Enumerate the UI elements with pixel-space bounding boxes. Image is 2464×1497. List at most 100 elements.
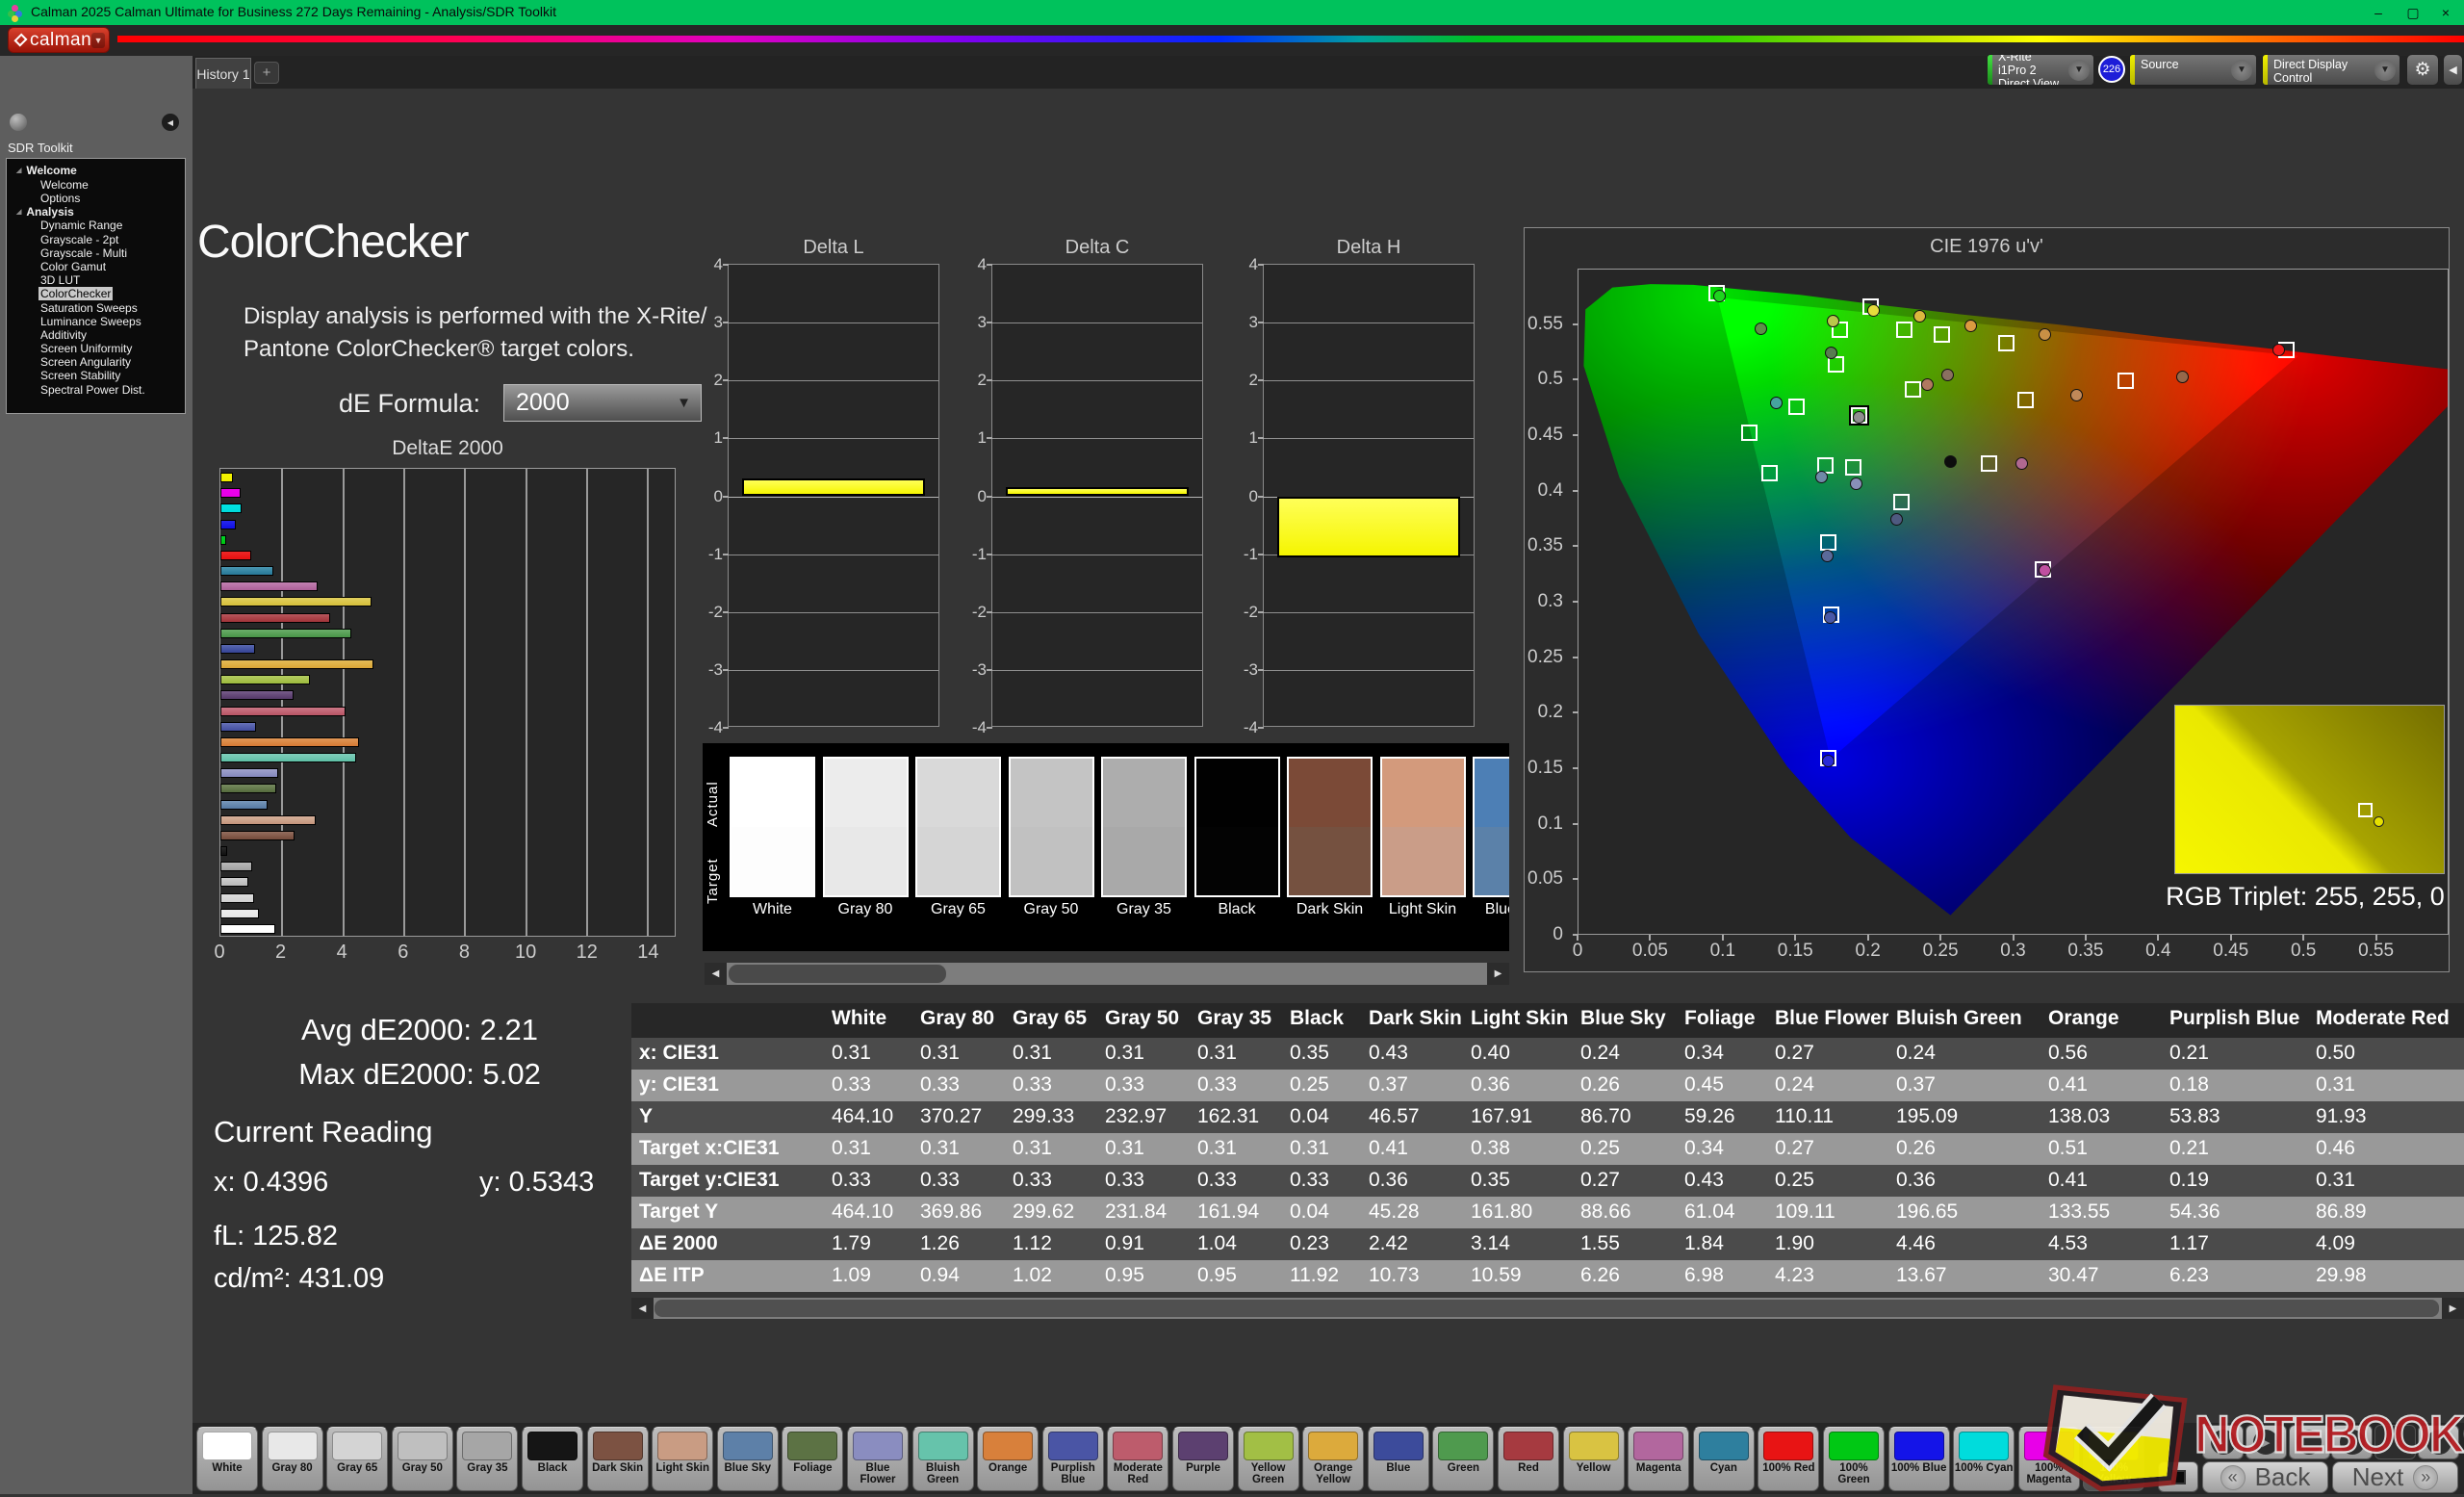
sidebar-item-options[interactable]: Options <box>7 192 185 205</box>
patch-button-purplish-blue[interactable]: Purplish Blue <box>1042 1427 1104 1491</box>
close-button[interactable]: × <box>2429 0 2462 25</box>
swatch-scrollbar[interactable]: ◀ ▶ <box>705 963 1509 985</box>
sidebar-item-screen-uniformity[interactable]: Screen Uniformity <box>7 342 185 355</box>
patch-button-gray-65[interactable]: Gray 65 <box>326 1427 388 1491</box>
patch-button-cyan[interactable]: Cyan <box>1693 1427 1755 1491</box>
patch-button-100-red[interactable]: 100% Red <box>1758 1427 1819 1491</box>
transport-button-1[interactable] <box>2202 1425 2244 1459</box>
sidebar-item-screen-stability[interactable]: Screen Stability <box>7 369 185 382</box>
sidebar-item-welcome[interactable]: Welcome <box>7 178 185 192</box>
settings-button[interactable]: ⚙ <box>2406 54 2439 86</box>
transport-button-5[interactable] <box>2374 1425 2416 1459</box>
y-tick-label: -3 <box>694 660 723 680</box>
swatch-blue-sky[interactable]: Blue Sky <box>1473 757 1509 928</box>
sidebar-item-grayscale-multi[interactable]: Grayscale - Multi <box>7 246 185 260</box>
table-scrollbar-thumb[interactable] <box>654 1300 2439 1317</box>
sidebar-item-3d-lut[interactable]: 3D LUT <box>7 273 185 287</box>
patch-button-white[interactable]: White <box>196 1427 258 1491</box>
patch-button-gray-50[interactable]: Gray 50 <box>392 1427 453 1491</box>
table-value: 0.94 <box>912 1260 1005 1292</box>
swatch-gray-50[interactable]: Gray 50 <box>1009 757 1094 928</box>
patch-button-dark-skin[interactable]: Dark Skin <box>587 1427 649 1491</box>
table-value: 0.23 <box>1282 1228 1361 1260</box>
sidebar-item-saturation-sweeps[interactable]: Saturation Sweeps <box>7 301 185 315</box>
tree-group-welcome[interactable]: ◢Welcome <box>7 164 185 178</box>
swatch-black[interactable]: Black <box>1194 757 1280 928</box>
swatch-light-skin[interactable]: Light Skin <box>1380 757 1466 928</box>
patch-button-purple[interactable]: Purple <box>1172 1427 1234 1491</box>
source-dropdown[interactable]: Source ▼ <box>2129 54 2257 86</box>
scroll-right-icon[interactable]: ▶ <box>1487 963 1509 985</box>
swatch-scrollbar-thumb[interactable] <box>729 965 946 983</box>
patch-button-100-cyan[interactable]: 100% Cyan <box>1953 1427 2015 1491</box>
panel-collapse-button[interactable]: ◀ <box>2443 54 2463 86</box>
patch-button-gray-80[interactable]: Gray 80 <box>262 1427 323 1491</box>
patch-button-foliage[interactable]: Foliage <box>782 1427 843 1491</box>
maximize-button[interactable]: ▢ <box>2397 0 2429 25</box>
de-bar-dark-skin <box>220 831 295 840</box>
patch-button-blue-sky[interactable]: Blue Sky <box>717 1427 779 1491</box>
sidebar-item-color-gamut[interactable]: Color Gamut <box>7 260 185 273</box>
minimize-button[interactable]: – <box>2362 0 2395 25</box>
tree-group-analysis[interactable]: ◢Analysis <box>7 205 185 219</box>
sidebar-item-additivity[interactable]: Additivity <box>7 328 185 342</box>
tree-item-label: 3D LUT <box>38 273 82 287</box>
meter-count-badge[interactable]: 226 <box>2098 56 2125 83</box>
patch-button-yellow[interactable]: Yellow <box>1563 1427 1625 1491</box>
patch-button-red[interactable]: Red <box>1498 1427 1559 1491</box>
swatch-gray-80[interactable]: Gray 80 <box>823 757 909 928</box>
sidebar-item-luminance-sweeps[interactable]: Luminance Sweeps <box>7 315 185 328</box>
patch-button-magenta[interactable]: Magenta <box>1628 1427 1689 1491</box>
patch-label: Blue <box>1369 1462 1428 1474</box>
patch-button-orange-yellow[interactable]: Orange Yellow <box>1302 1427 1364 1491</box>
cie-measured-marker <box>1821 550 1834 562</box>
sidebar-item-spectral-power-dist-[interactable]: Spectral Power Dist. <box>7 383 185 397</box>
patch-button-yellow-green[interactable]: Yellow Green <box>1238 1427 1299 1491</box>
patch-button-blue-flower[interactable]: Blue Flower <box>847 1427 909 1491</box>
stop-button[interactable] <box>2158 1461 2198 1492</box>
de-formula-select[interactable]: 2000 ▼ <box>503 384 702 422</box>
table-scrollbar[interactable]: ◀ ▶ <box>631 1298 2464 1319</box>
calman-menu-button[interactable]: calman ▼ <box>8 27 110 53</box>
patch-button-gray-35[interactable]: Gray 35 <box>456 1427 518 1491</box>
row-label: ΔE 2000 <box>631 1228 824 1260</box>
patch-button-light-skin[interactable]: Light Skin <box>652 1427 713 1491</box>
sidebar-item-dynamic-range[interactable]: Dynamic Range <box>7 219 185 232</box>
patch-button-black[interactable]: Black <box>522 1427 583 1491</box>
transport-button-4[interactable] <box>2331 1425 2373 1459</box>
tab-history-1[interactable]: History 1 <box>195 58 251 89</box>
swatch-gray-65[interactable]: Gray 65 <box>915 757 1001 928</box>
swatch-white[interactable]: White <box>730 757 815 928</box>
patch-button-100-blue[interactable]: 100% Blue <box>1888 1427 1950 1491</box>
next-button[interactable]: Next » <box>2332 1461 2458 1493</box>
de-bar-100-cyan <box>220 503 242 513</box>
sidebar-item-screen-angularity[interactable]: Screen Angularity <box>7 355 185 369</box>
patch-button-blue[interactable]: Blue <box>1368 1427 1429 1491</box>
patch-button-100-green[interactable]: 100% Green <box>1823 1427 1885 1491</box>
transport-button-2[interactable]: ▶ <box>2246 1425 2287 1459</box>
swatch-gray-35[interactable]: Gray 35 <box>1101 757 1187 928</box>
transport-button-3[interactable] <box>2289 1425 2330 1459</box>
x-tick-label: 0.15 <box>1778 941 1813 962</box>
patch-button-moderate-red[interactable]: Moderate Red <box>1107 1427 1168 1491</box>
patch-button-100-yellow[interactable]: 100% Yellow <box>2083 1427 2144 1491</box>
patch-button-bluish-green[interactable]: Bluish Green <box>912 1427 974 1491</box>
sidebar-item-colorchecker[interactable]: ColorChecker <box>7 287 185 300</box>
swatch-dark-skin[interactable]: Dark Skin <box>1287 757 1373 928</box>
de-bar-gray-50 <box>220 877 248 887</box>
transport-button-6[interactable] <box>2418 1425 2459 1459</box>
meter-dropdown[interactable]: X-Rite i1Pro 2Direct View ▼ <box>1987 54 2094 86</box>
patch-button-orange[interactable]: Orange <box>977 1427 1039 1491</box>
sidebar-item-grayscale-2pt[interactable]: Grayscale - 2pt <box>7 233 185 246</box>
patch-button-100-magenta[interactable]: 100% Magenta <box>2018 1427 2080 1491</box>
meter-line1: X-Rite i1Pro 2 <box>1998 54 2037 77</box>
scroll-left-icon[interactable]: ◀ <box>705 963 727 985</box>
patch-button-green[interactable]: Green <box>1432 1427 1494 1491</box>
add-tab-button[interactable]: + <box>254 62 279 84</box>
sidebar-collapse-button[interactable]: ◀ <box>162 114 179 131</box>
sidebar-handle-icon[interactable] <box>10 114 27 131</box>
scroll-right-icon[interactable]: ▶ <box>2442 1298 2464 1319</box>
scroll-left-icon[interactable]: ◀ <box>631 1298 654 1319</box>
display-control-dropdown[interactable]: Direct Display Control ▼ <box>2262 54 2400 86</box>
back-button[interactable]: « Back <box>2202 1461 2328 1493</box>
